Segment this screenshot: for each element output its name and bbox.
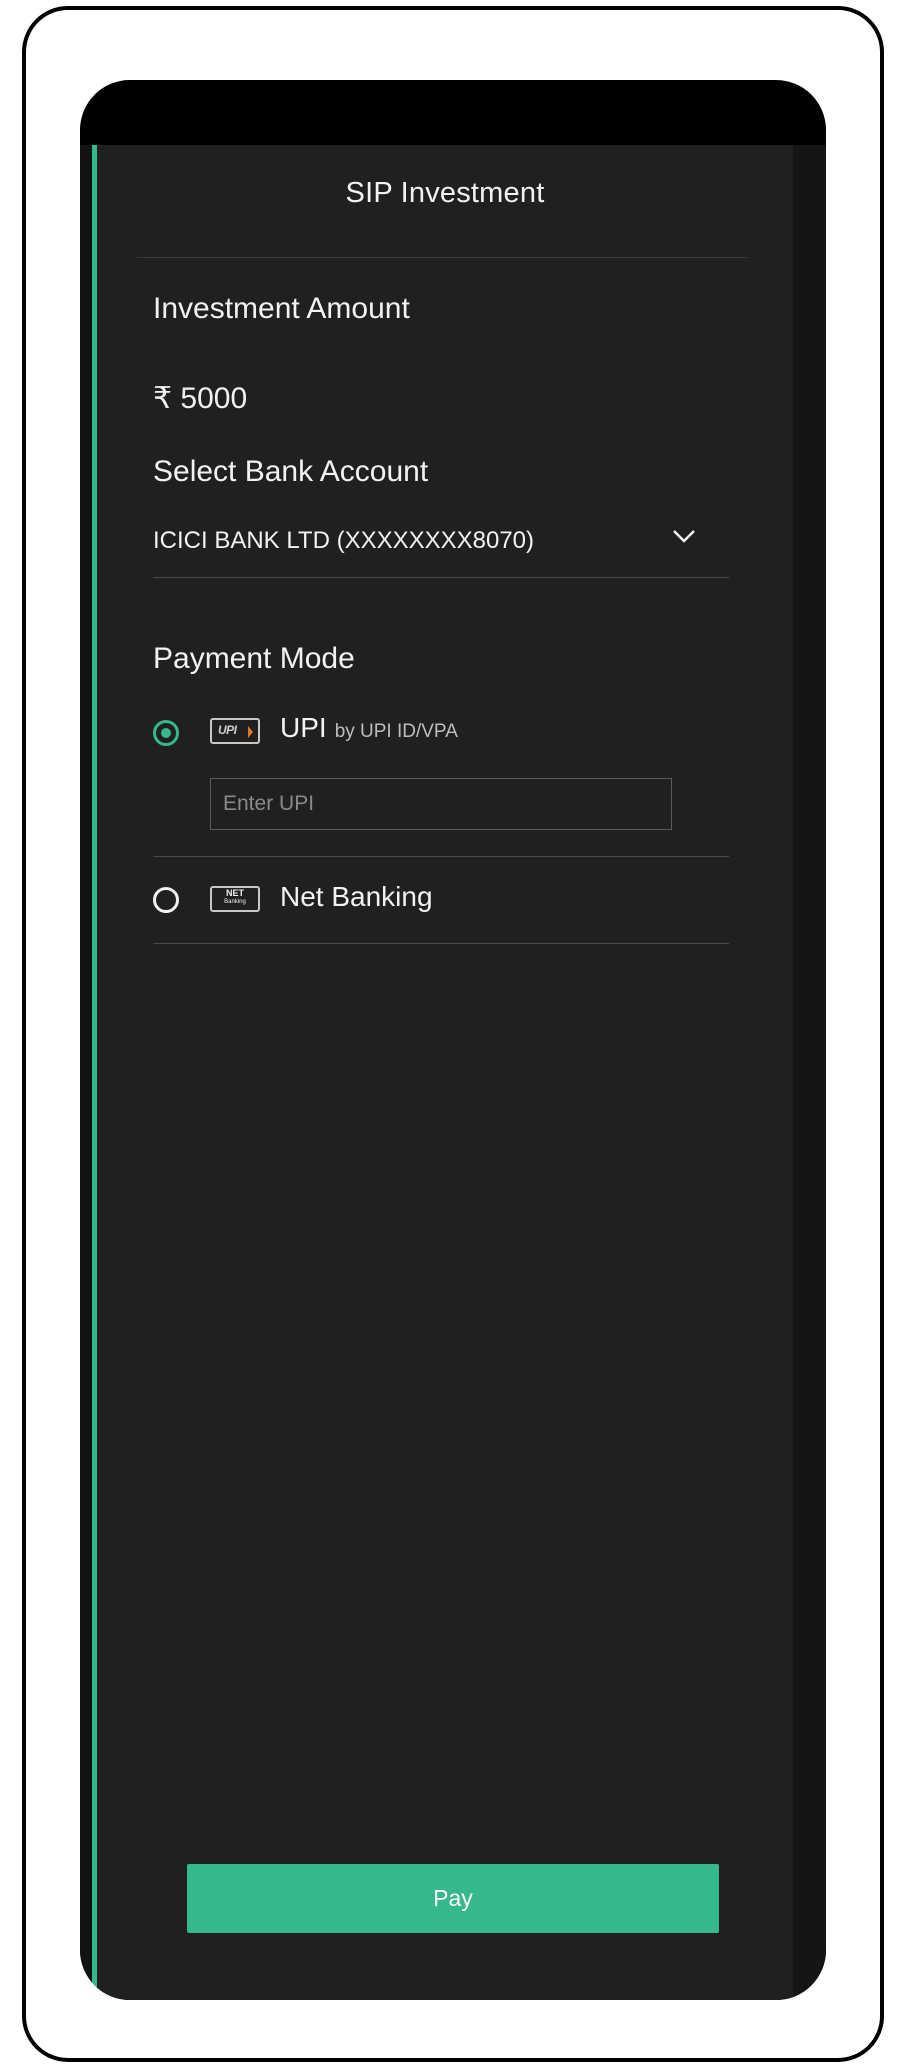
app-screen: SIP Investment Investment Amount ₹ 5000 … [80,145,826,2000]
upi-id-input[interactable] [210,778,672,830]
payment-mode-label: Payment Mode [153,642,355,675]
investment-amount-label: Investment Amount [153,292,410,325]
chevron-down-icon[interactable] [671,523,697,549]
netbanking-logo-icon: NET Banking [210,886,260,912]
page-title: SIP Investment [345,177,545,209]
upi-radio[interactable] [153,720,179,746]
payment-divider-bottom [153,943,729,944]
bank-account-dropdown[interactable]: ICICI BANK LTD (XXXXXXXX8070) [153,523,729,578]
netbanking-option-label[interactable]: Net Banking [280,881,433,913]
payment-divider [153,856,729,857]
background-edge [793,145,826,2000]
bank-account-label: Select Bank Account [153,455,429,488]
sip-investment-panel: SIP Investment Investment Amount ₹ 5000 … [97,145,793,2000]
phone-screen: SIP Investment Investment Amount ₹ 5000 … [80,80,826,2000]
upi-name: UPI [280,712,327,743]
bank-account-selected: ICICI BANK LTD (XXXXXXXX8070) [153,527,535,554]
title-divider [137,257,747,258]
netbanking-radio[interactable] [153,887,179,913]
investment-amount-value: ₹ 5000 [153,382,248,415]
pay-button[interactable]: Pay [187,1864,719,1933]
upi-logo-icon: UPI [210,718,260,744]
upi-option-label[interactable]: UPI by UPI ID/VPA [280,712,458,744]
upi-sub-label: by UPI ID/VPA [334,721,458,742]
